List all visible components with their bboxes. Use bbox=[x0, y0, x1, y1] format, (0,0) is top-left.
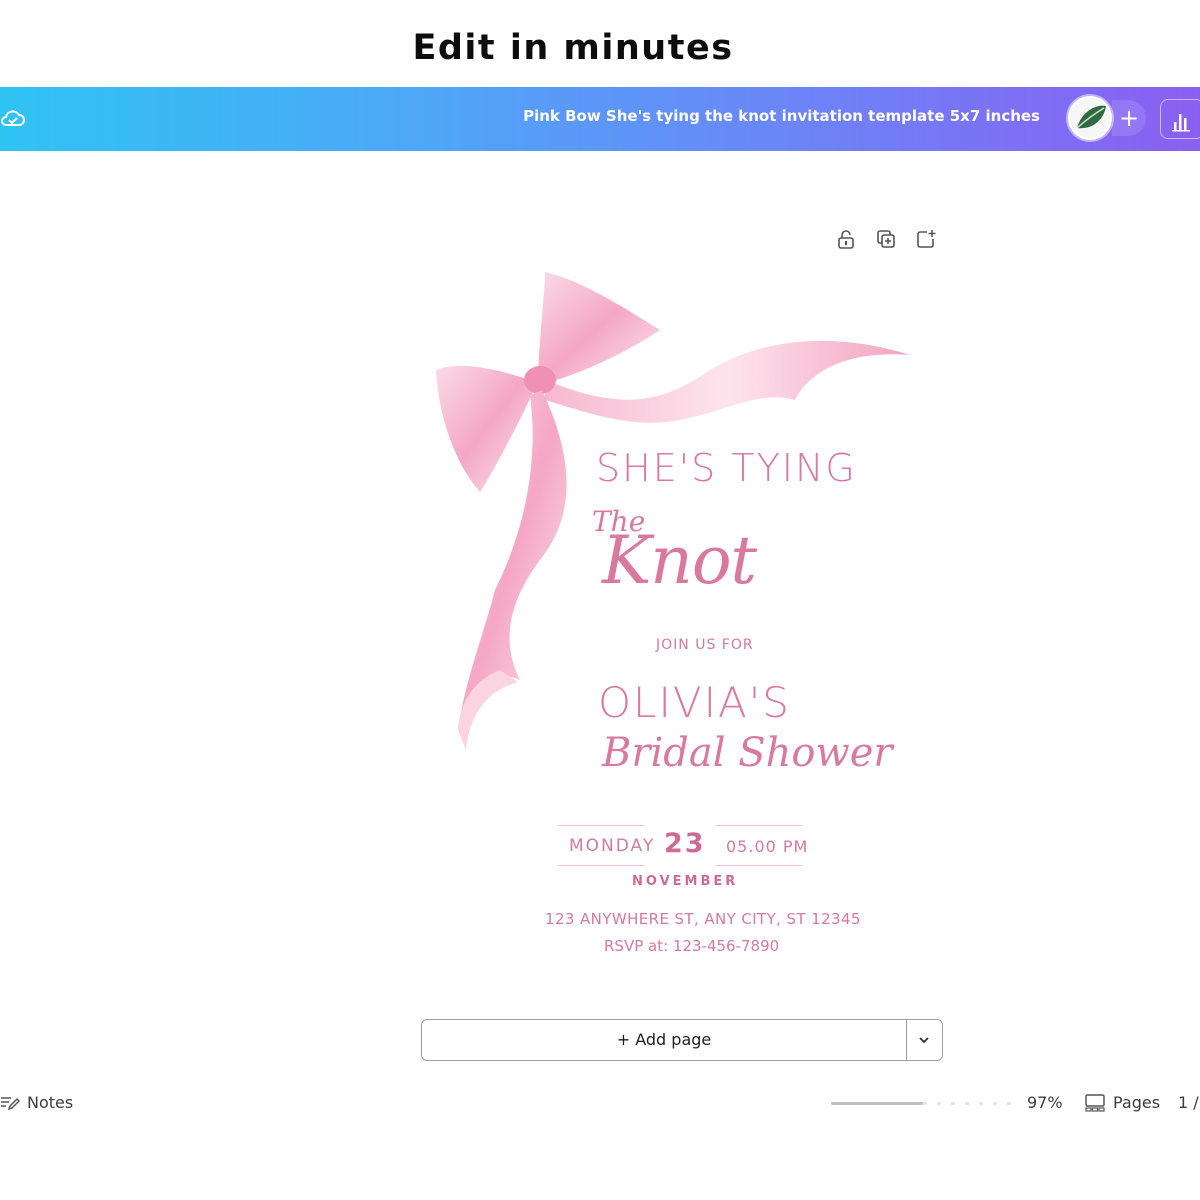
invitation-script-knot[interactable]: Knot bbox=[602, 522, 757, 599]
zoom-slider[interactable] bbox=[831, 1102, 923, 1105]
bar-chart-icon bbox=[1172, 114, 1190, 132]
avatar[interactable] bbox=[1068, 96, 1112, 140]
date-rule-top-left bbox=[558, 825, 644, 826]
page-count: 1 / bbox=[1178, 1093, 1199, 1112]
invitation-rsvp[interactable]: RSVP at: 123-456-7890 bbox=[604, 937, 779, 955]
invitation-join-us[interactable]: JOIN US FOR bbox=[656, 637, 754, 653]
page-toolbar bbox=[835, 228, 937, 250]
design-canvas[interactable]: SHE'S TYING The Knot JOIN US FOR OLIVIA'… bbox=[430, 260, 930, 980]
pink-bow-ribbon-illustration[interactable] bbox=[430, 260, 930, 980]
invitation-event-script[interactable]: Bridal Shower bbox=[602, 730, 893, 776]
add-page-icon[interactable] bbox=[915, 228, 937, 250]
leaf-avatar-icon bbox=[1070, 98, 1110, 138]
pages-button[interactable]: Pages bbox=[1113, 1093, 1160, 1112]
notes-icon[interactable] bbox=[0, 1094, 20, 1112]
invitation-name[interactable]: OLIVIA'S bbox=[598, 678, 791, 727]
invitation-day[interactable]: 23 bbox=[664, 828, 706, 859]
add-page-divider bbox=[906, 1020, 907, 1060]
add-collaborator-button[interactable]: + bbox=[1112, 100, 1146, 136]
add-page-control: + Add page bbox=[421, 1019, 943, 1061]
date-rule-bottom-left bbox=[558, 865, 644, 866]
editor-header: Pink Bow She's tying the knot invitation… bbox=[0, 87, 1200, 151]
duplicate-page-icon[interactable] bbox=[875, 228, 897, 250]
cloud-saved-icon[interactable] bbox=[0, 107, 26, 131]
date-rule-top-right bbox=[716, 825, 802, 826]
editor-footer: Notes 97% Pages 1 / bbox=[0, 1088, 1200, 1118]
headline: Edit in minutes bbox=[412, 28, 734, 68]
notes-button[interactable]: Notes bbox=[27, 1093, 73, 1112]
zoom-level[interactable]: 97% bbox=[1027, 1093, 1063, 1112]
insights-button[interactable] bbox=[1160, 99, 1200, 139]
zoom-slider-track-rest bbox=[923, 1102, 1011, 1105]
document-title[interactable]: Pink Bow She's tying the knot invitation… bbox=[523, 107, 1040, 125]
lock-icon[interactable] bbox=[835, 228, 857, 250]
invitation-time[interactable]: 05.00 PM bbox=[726, 837, 808, 856]
add-page-button[interactable]: + Add page bbox=[422, 1020, 906, 1060]
pages-icon[interactable] bbox=[1084, 1093, 1106, 1113]
chevron-down-icon[interactable] bbox=[916, 1032, 932, 1048]
invitation-month[interactable]: NOVEMBER bbox=[632, 874, 738, 889]
invitation-address[interactable]: 123 ANYWHERE ST, ANY CITY, ST 12345 bbox=[545, 910, 861, 928]
invitation-line-shes-tying[interactable]: SHE'S TYING bbox=[596, 446, 857, 490]
date-rule-bottom-right bbox=[716, 865, 802, 866]
invitation-weekday[interactable]: MONDAY bbox=[569, 836, 655, 856]
